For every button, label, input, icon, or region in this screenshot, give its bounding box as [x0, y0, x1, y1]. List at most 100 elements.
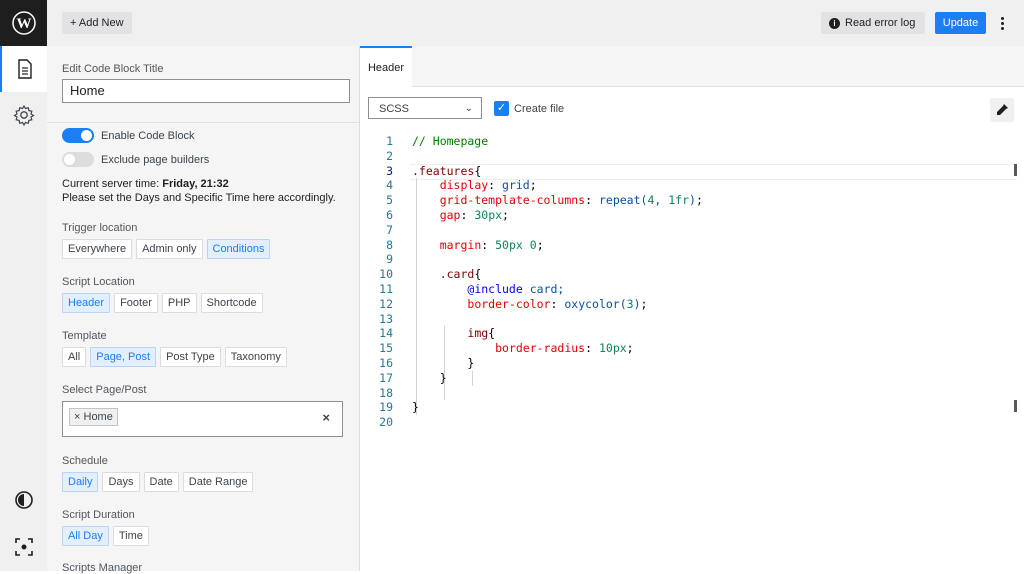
code-text: }	[412, 400, 419, 415]
trigger-admin-only-option[interactable]: Admin only	[136, 239, 203, 259]
read-error-log-button[interactable]: i Read error log	[821, 12, 926, 34]
code-editor[interactable]: 1 // Homepage 2 3 .features{4 display: grid;…	[360, 134, 1024, 430]
trigger-location-label: Trigger location	[62, 222, 138, 234]
schedule-daily-option[interactable]: Daily	[62, 472, 99, 492]
select-page-input[interactable]: × Home ×	[62, 401, 343, 437]
code-text: display: grid;	[439, 178, 537, 193]
duration-all-day-option[interactable]: All Day	[62, 526, 109, 546]
code-line[interactable]: 1 // Homepage	[360, 134, 1024, 149]
location-shortcode-option[interactable]: Shortcode	[200, 293, 263, 313]
duration-time-option[interactable]: Time	[112, 526, 149, 546]
server-time: Current server time: Friday, 21:32	[62, 178, 229, 190]
clear-selection-icon[interactable]: ×	[322, 410, 330, 425]
wordpress-logo-icon[interactable]: W	[0, 0, 47, 46]
code-line[interactable]: 18	[360, 386, 1024, 401]
tag-remove-icon[interactable]: ×	[74, 411, 80, 423]
template-options: All Page, Post Post Type Taxonomy	[62, 347, 287, 367]
enable-code-block-toggle[interactable]	[62, 128, 94, 143]
code-line[interactable]: 7	[360, 223, 1024, 238]
line-number: 6	[386, 207, 393, 222]
line-number: 7	[386, 222, 393, 237]
code-line[interactable]: 9	[360, 252, 1024, 267]
location-php-option[interactable]: PHP	[161, 293, 197, 313]
trigger-location-options: Everywhere Admin only Conditions	[62, 239, 271, 259]
svg-text:W: W	[16, 16, 31, 32]
template-page-post-option[interactable]: Page, Post	[90, 347, 157, 367]
create-file-checkbox[interactable]: ✓	[494, 101, 509, 116]
select-page-label: Select Page/Post	[62, 384, 147, 396]
document-icon[interactable]	[0, 46, 47, 92]
trigger-conditions-option[interactable]: Conditions	[206, 239, 271, 259]
settings-panel: Edit Code Block Title Home Enable Code B…	[47, 46, 360, 574]
add-new-button[interactable]: + Add New	[62, 12, 132, 34]
code-line[interactable]: 12 border-color: oxycolor(3);	[360, 297, 1024, 312]
template-taxonomy-option[interactable]: Taxonomy	[224, 347, 287, 367]
code-line[interactable]: 5 grid-template-columns: repeat(4, 1fr);	[360, 193, 1024, 208]
code-text: .features{	[412, 163, 482, 178]
trigger-everywhere-option[interactable]: Everywhere	[62, 239, 133, 259]
line-number: 8	[386, 237, 393, 252]
contrast-icon[interactable]	[0, 477, 47, 523]
code-line[interactable]: 20	[360, 415, 1024, 430]
line-number: 20	[379, 415, 393, 430]
code-text: // Homepage	[412, 134, 489, 148]
code-text: .card{	[439, 267, 482, 282]
language-select[interactable]: SCSS ⌄	[368, 97, 482, 119]
code-line[interactable]: 17 }	[360, 371, 1024, 386]
line-number: 10	[379, 267, 393, 282]
server-time-value: Friday, 21:32	[162, 178, 229, 190]
line-number: 14	[379, 326, 393, 341]
create-file-label: Create file	[514, 103, 565, 115]
code-line[interactable]: 15 border-radius: 10px;	[360, 341, 1024, 356]
language-value: SCSS	[379, 103, 409, 115]
code-text: @include card;	[467, 281, 565, 296]
code-line[interactable]: 11 @include card;	[360, 282, 1024, 297]
code-lines: 1 // Homepage 2 3 .features{4 display: grid;…	[360, 134, 1024, 430]
script-location-label: Script Location	[62, 276, 135, 288]
code-line[interactable]: 6 gap: 30px;	[360, 208, 1024, 223]
code-line[interactable]: 13	[360, 312, 1024, 327]
editor-tab-bar: Header	[360, 46, 1024, 87]
line-number: 1	[386, 134, 393, 148]
enable-code-block-label: Enable Code Block	[101, 130, 195, 142]
line-number: 13	[379, 311, 393, 326]
code-line[interactable]: 2	[360, 149, 1024, 164]
gear-icon[interactable]	[0, 92, 47, 138]
more-options-icon[interactable]	[997, 12, 1007, 34]
schedule-date-option[interactable]: Date	[143, 472, 179, 492]
focus-icon[interactable]	[0, 524, 47, 570]
code-line[interactable]: 16 }	[360, 356, 1024, 371]
line-number: 11	[379, 281, 393, 296]
code-text: grid-template-columns: repeat(4, 1fr);	[439, 193, 703, 208]
code-text: border-radius: 10px;	[495, 341, 634, 356]
code-line[interactable]: 14 img{	[360, 326, 1024, 341]
code-text: }	[412, 370, 447, 385]
line-number: 3	[386, 163, 393, 178]
line-number: 15	[379, 341, 393, 356]
title-input[interactable]: Home	[62, 79, 350, 103]
schedule-days-option[interactable]: Days	[102, 472, 140, 492]
script-location-options: Header Footer PHP Shortcode	[62, 293, 263, 313]
location-footer-option[interactable]: Footer	[114, 293, 158, 313]
schedule-label: Schedule	[62, 455, 108, 467]
line-number: 9	[386, 252, 393, 267]
template-all-option[interactable]: All	[62, 347, 87, 367]
template-post-type-option[interactable]: Post Type	[160, 347, 221, 367]
location-header-option[interactable]: Header	[62, 293, 111, 313]
line-number: 18	[379, 385, 393, 400]
exclude-page-builders-toggle[interactable]	[62, 152, 94, 167]
tab-header[interactable]: Header	[360, 46, 412, 87]
code-line[interactable]: 19}	[360, 400, 1024, 415]
code-line[interactable]: 10 .card{	[360, 267, 1024, 282]
schedule-date-range-option[interactable]: Date Range	[182, 472, 254, 492]
update-button[interactable]: Update	[935, 12, 986, 34]
code-line[interactable]: 8 margin: 50px 0;	[360, 238, 1024, 253]
color-picker-icon[interactable]	[990, 98, 1014, 122]
chevron-down-icon: ⌄	[464, 103, 473, 114]
left-rail	[0, 46, 48, 571]
template-label: Template	[62, 330, 107, 342]
code-line[interactable]: 3 .features{	[360, 164, 1024, 179]
script-duration-label: Script Duration	[62, 509, 135, 521]
title-label: Edit Code Block Title	[62, 63, 164, 75]
code-line[interactable]: 4 display: grid;	[360, 178, 1024, 193]
